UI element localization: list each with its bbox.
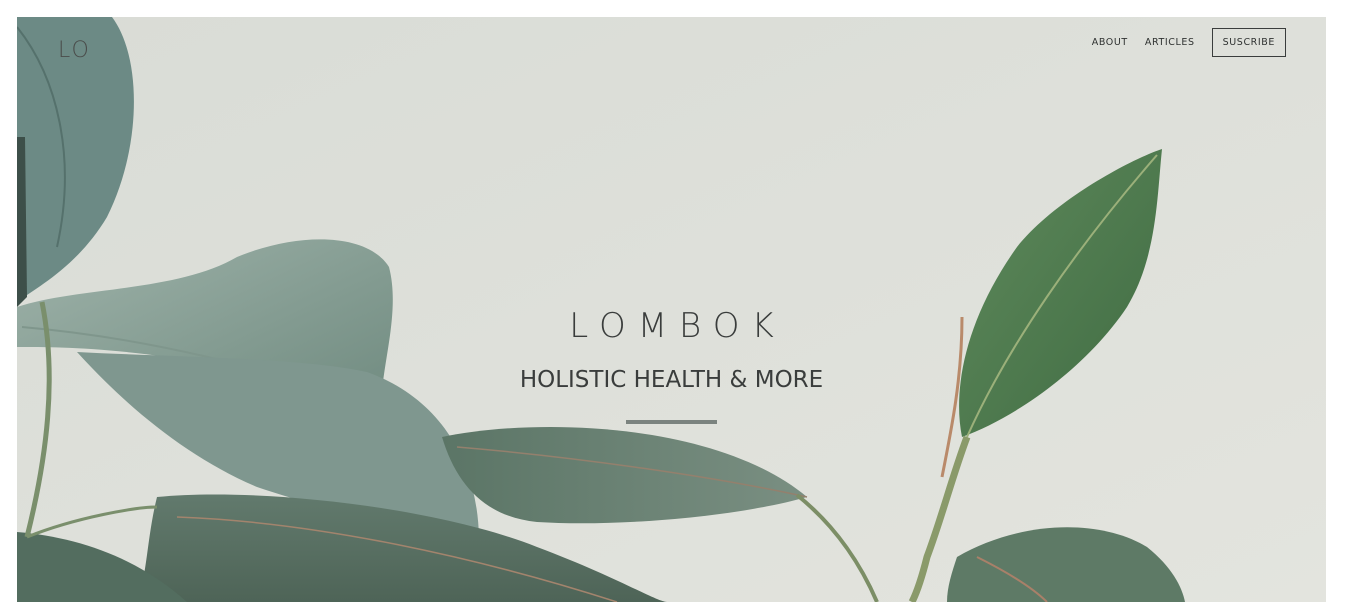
- hero-title: LOMBOK: [569, 306, 786, 346]
- main-nav: ABOUT ARTICLES SUSCRIBE: [1092, 28, 1286, 57]
- hero-subtitle: HOLISTIC HEALTH & MORE: [519, 367, 824, 393]
- subscribe-button[interactable]: SUSCRIBE: [1211, 28, 1286, 57]
- hero-section: LO ABOUT ARTICLES SUSCRIBE LOMBOK HOLIST…: [17, 17, 1326, 602]
- hero-text-block: LOMBOK HOLISTIC HEALTH & MORE: [17, 304, 1326, 424]
- site-logo[interactable]: LO: [58, 38, 91, 63]
- nav-link-articles[interactable]: ARTICLES: [1145, 37, 1195, 48]
- nav-link-about[interactable]: ABOUT: [1092, 37, 1128, 48]
- hero-divider: [626, 420, 717, 424]
